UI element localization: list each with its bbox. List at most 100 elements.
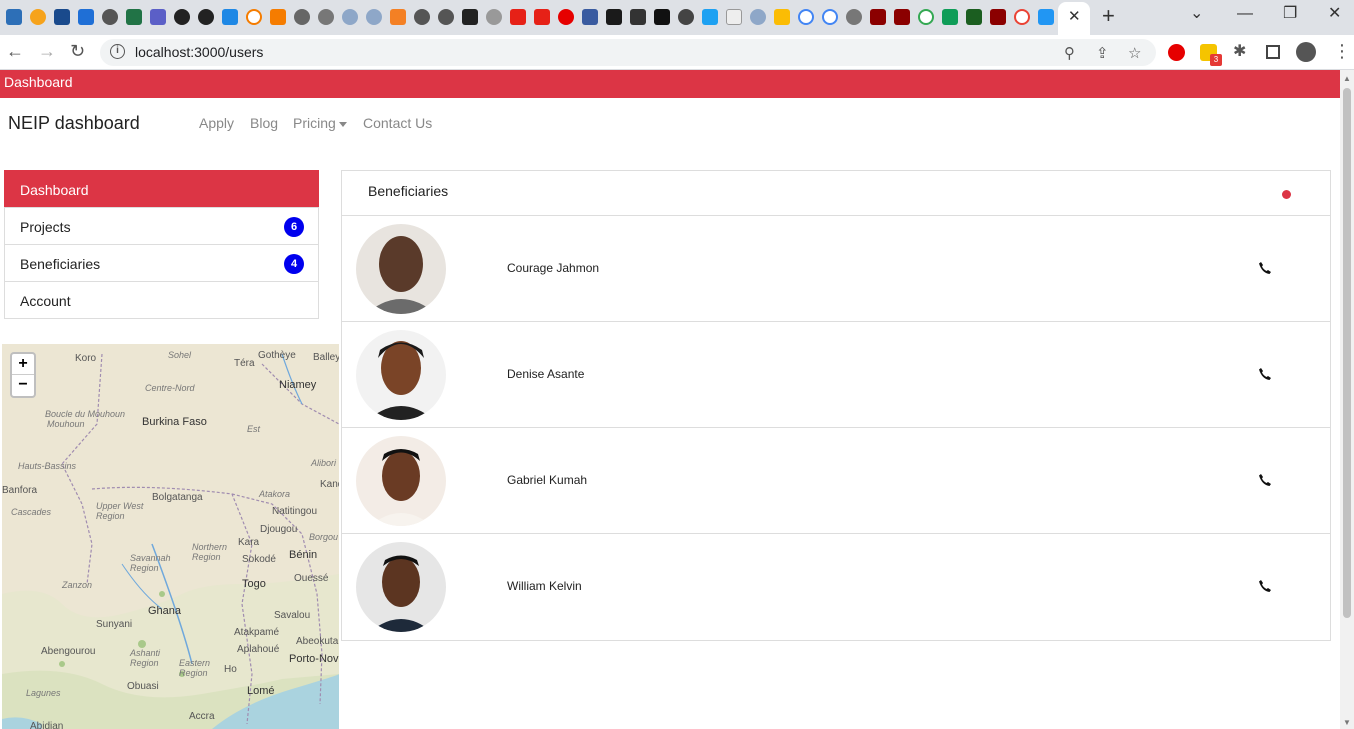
portrait-image xyxy=(356,542,446,632)
tab-favicon-icon[interactable] xyxy=(798,9,814,25)
tab-favicon-icon[interactable] xyxy=(750,9,766,25)
tab-favicon-icon[interactable] xyxy=(54,9,70,25)
tab-favicon-icon[interactable] xyxy=(486,9,502,25)
brand-title[interactable]: NEIP dashboard xyxy=(8,113,140,134)
map-label: Savalou xyxy=(274,610,311,621)
new-tab-button[interactable]: + xyxy=(1102,5,1115,27)
sidebar-item-account[interactable]: Account xyxy=(4,281,319,319)
url-text[interactable]: localhost:3000/users xyxy=(135,44,263,60)
close-tab-icon[interactable]: ✕ xyxy=(1068,9,1081,25)
tab-favicon-icon[interactable] xyxy=(702,9,718,25)
nav-contact-us[interactable]: Contact Us xyxy=(363,115,432,131)
reload-icon[interactable]: ↻ xyxy=(70,41,85,61)
tab-favicon-icon[interactable] xyxy=(390,9,406,25)
tab-favicon-icon[interactable] xyxy=(246,9,262,25)
tab-favicon-icon[interactable] xyxy=(726,9,742,25)
tab-favicon-icon[interactable] xyxy=(294,9,310,25)
forward-arrow-icon[interactable]: → xyxy=(38,41,56,61)
tab-favicon-icon[interactable] xyxy=(6,9,22,25)
tab-search-chevron-icon[interactable]: ⌄ xyxy=(1190,4,1203,24)
tab-favicon-icon[interactable] xyxy=(870,9,886,25)
portrait-image xyxy=(356,436,446,526)
beneficiary-name[interactable]: William Kelvin xyxy=(507,579,582,593)
tab-favicon-icon[interactable] xyxy=(846,9,862,25)
sidebar-item-projects[interactable]: Projects 6 xyxy=(4,207,319,245)
beneficiary-name[interactable]: Denise Asante xyxy=(507,367,584,381)
share-icon[interactable]: ⇪ xyxy=(1096,44,1109,62)
tab-favicon-icon[interactable] xyxy=(606,9,622,25)
tab-favicon-icon[interactable] xyxy=(918,9,934,25)
phone-icon[interactable] xyxy=(1258,579,1272,593)
map-label: Abengourou xyxy=(41,646,96,657)
zoom-out-button[interactable]: − xyxy=(12,375,34,396)
scroll-up-icon[interactable]: ▲ xyxy=(1343,74,1351,83)
tab-favicon-icon[interactable] xyxy=(894,9,910,25)
tab-favicon-icon[interactable] xyxy=(510,9,526,25)
nav-blog[interactable]: Blog xyxy=(250,115,278,131)
beneficiary-row[interactable]: Gabriel Kumah xyxy=(342,428,1330,534)
extension-icon[interactable] xyxy=(1168,44,1185,61)
map-label: Ashanti Region xyxy=(130,648,161,668)
tab-favicon-icon[interactable] xyxy=(270,9,286,25)
bookmark-star-icon[interactable]: ☆ xyxy=(1128,44,1141,62)
tab-favicon-icon[interactable] xyxy=(414,9,430,25)
tab-favicon-icon[interactable] xyxy=(366,9,382,25)
panel-header: Beneficiaries xyxy=(342,171,1330,216)
tab-favicon-icon[interactable] xyxy=(1014,9,1030,25)
sidebar-item-dashboard[interactable]: Dashboard xyxy=(4,170,319,208)
beneficiary-name[interactable]: Courage Jahmon xyxy=(507,261,599,275)
tab-favicon-icon[interactable] xyxy=(822,9,838,25)
tab-favicon-icon[interactable] xyxy=(78,9,94,25)
tab-favicon-icon[interactable] xyxy=(990,9,1006,25)
tab-favicon-icon[interactable] xyxy=(222,9,238,25)
profile-avatar[interactable] xyxy=(1296,42,1316,62)
phone-icon[interactable] xyxy=(1258,473,1272,487)
tab-favicon-icon[interactable] xyxy=(150,9,166,25)
nav-pricing-dropdown[interactable]: Pricing xyxy=(293,115,347,131)
tab-favicon-icon[interactable] xyxy=(678,9,694,25)
tab-favicon-icon[interactable] xyxy=(534,9,550,25)
site-info-icon[interactable]: i xyxy=(110,44,125,59)
tab-favicon-icon[interactable] xyxy=(630,9,646,25)
window-close-icon[interactable]: ✕ xyxy=(1328,4,1341,24)
tab-favicon-icon[interactable] xyxy=(174,9,190,25)
map-view[interactable]: Koro Sohel Téra Gothèye Balley Niamey Ce… xyxy=(2,344,339,729)
sidebar-item-beneficiaries[interactable]: Beneficiaries 4 xyxy=(4,244,319,282)
active-tab[interactable]: ✕ xyxy=(1058,2,1090,35)
tab-favicon-icon[interactable] xyxy=(342,9,358,25)
zoom-in-button[interactable]: + xyxy=(12,354,34,375)
nav-apply[interactable]: Apply xyxy=(199,115,234,131)
side-panel-icon[interactable] xyxy=(1266,45,1280,59)
tab-favicon-icon[interactable] xyxy=(654,9,670,25)
address-bar[interactable]: i localhost:3000/users ⚲ ⇪ ☆ xyxy=(100,39,1156,66)
tab-favicon-icon[interactable] xyxy=(126,9,142,25)
phone-icon[interactable] xyxy=(1258,367,1272,381)
page-scrollbar[interactable]: ▲ ▼ xyxy=(1340,70,1354,729)
beneficiary-name[interactable]: Gabriel Kumah xyxy=(507,473,587,487)
tab-favicon-icon[interactable] xyxy=(198,9,214,25)
beneficiary-row[interactable]: Denise Asante xyxy=(342,322,1330,428)
back-arrow-icon[interactable]: ← xyxy=(6,41,24,61)
restore-icon[interactable]: ❐ xyxy=(1283,4,1297,24)
zoom-magnifier-icon[interactable]: ⚲ xyxy=(1064,44,1075,62)
beneficiary-row[interactable]: William Kelvin xyxy=(342,534,1330,640)
tab-favicon-icon[interactable] xyxy=(942,9,958,25)
minimize-icon[interactable]: — xyxy=(1237,4,1253,24)
phone-icon[interactable] xyxy=(1258,261,1272,275)
tab-favicon-icon[interactable] xyxy=(1038,9,1054,25)
tab-favicon-icon[interactable] xyxy=(774,9,790,25)
beneficiary-row[interactable]: Courage Jahmon xyxy=(342,216,1330,322)
tab-favicon-icon[interactable] xyxy=(102,9,118,25)
tab-favicon-icon[interactable] xyxy=(462,9,478,25)
browser-menu-icon[interactable]: ⋮ xyxy=(1333,41,1351,61)
tab-favicon-icon[interactable] xyxy=(318,9,334,25)
tab-favicon-icon[interactable] xyxy=(558,9,574,25)
map-label: Porto-Novo xyxy=(289,653,339,665)
tab-favicon-icon[interactable] xyxy=(30,9,46,25)
tab-favicon-icon[interactable] xyxy=(966,9,982,25)
scroll-down-icon[interactable]: ▼ xyxy=(1343,718,1351,727)
scrollbar-thumb[interactable] xyxy=(1343,88,1351,618)
tab-favicon-icon[interactable] xyxy=(438,9,454,25)
extensions-puzzle-icon[interactable]: ✱ xyxy=(1233,42,1246,62)
tab-favicon-icon[interactable] xyxy=(582,9,598,25)
